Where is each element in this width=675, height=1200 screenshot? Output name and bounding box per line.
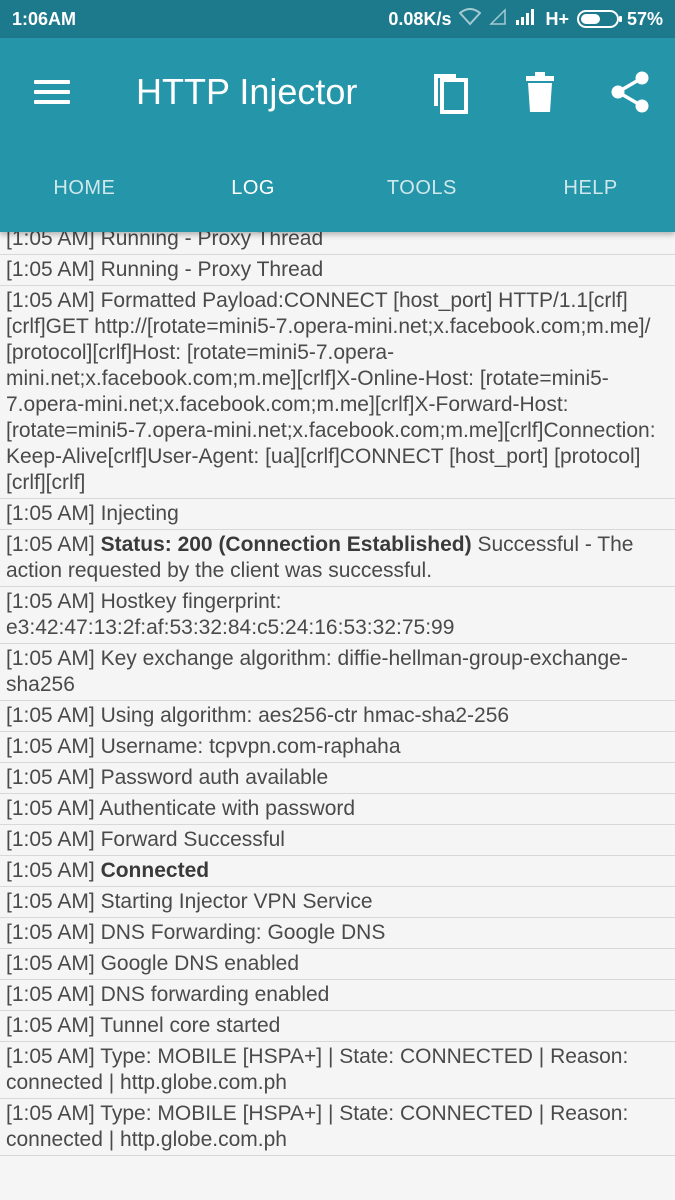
copy-icon[interactable] — [426, 68, 474, 116]
log-timestamp: [1:05 AM] — [6, 647, 95, 670]
share-icon[interactable] — [606, 68, 654, 116]
log-timestamp: [1:05 AM] — [6, 890, 95, 913]
log-timestamp: [1:05 AM] — [6, 1102, 95, 1125]
app-title: HTTP Injector — [136, 71, 358, 112]
status-icons: 0.08K/s H+ 57% — [388, 7, 663, 31]
log-entry: [1:05 AM] Status: 200 (Connection Establ… — [0, 530, 675, 587]
menu-icon[interactable] — [34, 78, 70, 108]
log-list[interactable]: [1:05 AM] Running - Proxy Thread [1:05 AM… — [0, 224, 675, 1200]
log-message: Tunnel core started — [100, 1014, 281, 1037]
log-timestamp: [1:05 AM] — [6, 590, 95, 613]
log-message: DNS Forwarding: Google DNS — [100, 921, 386, 944]
tab-home[interactable]: HOME — [0, 160, 169, 232]
log-timestamp: [1:05 AM] — [6, 859, 95, 882]
log-entry: [1:05 AM] DNS Forwarding: Google DNS — [0, 918, 675, 949]
delete-icon[interactable] — [516, 68, 564, 116]
log-timestamp: [1:05 AM] — [6, 766, 95, 789]
log-message: Username: tcpvpn.com-raphaha — [100, 735, 401, 758]
log-timestamp: [1:05 AM] — [6, 533, 95, 556]
log-message: Password auth available — [100, 766, 329, 789]
log-message: Key exchange algorithm: diffie-hellman-g… — [6, 647, 628, 696]
log-entry: [1:05 AM] Using algorithm: aes256-ctr hm… — [0, 701, 675, 732]
log-message: Starting Injector VPN Service — [100, 890, 373, 913]
log-entry: [1:05 AM] Injecting — [0, 499, 675, 530]
tab-help[interactable]: HELP — [506, 160, 675, 232]
log-message: Google DNS enabled — [100, 952, 300, 975]
log-entry: [1:05 AM] Formatted Payload:CONNECT [hos… — [0, 286, 675, 499]
log-status: Connected — [100, 859, 210, 882]
log-entry: [1:05 AM] Running - Proxy Thread — [0, 255, 675, 286]
signal-off-icon — [489, 7, 507, 31]
app-bar: HTTP Injector HOME LOG TOOLS HELP — [0, 38, 675, 232]
log-timestamp: [1:05 AM] — [6, 1014, 95, 1037]
log-entry: [1:05 AM] Starting Injector VPN Service — [0, 887, 675, 918]
log-message: Using algorithm: aes256-ctr hmac-sha2-25… — [100, 704, 510, 727]
signal-icon — [515, 8, 537, 31]
log-timestamp: [1:05 AM] — [6, 921, 95, 944]
log-entry: [1:05 AM] Key exchange algorithm: diffie… — [0, 644, 675, 701]
log-message: Injecting — [100, 502, 179, 525]
log-message: Type: MOBILE [HSPA+] | State: CONNECTED … — [6, 1045, 629, 1094]
log-timestamp: [1:05 AM] — [6, 983, 95, 1006]
tab-log[interactable]: LOG — [169, 160, 338, 232]
log-entry: [1:05 AM] Authenticate with password — [0, 794, 675, 825]
status-time: 1:06AM — [12, 8, 77, 29]
log-timestamp: [1:05 AM] — [6, 735, 95, 758]
log-timestamp: [1:05 AM] — [6, 258, 95, 281]
battery-icon — [576, 10, 622, 28]
log-entry: [1:05 AM] Connected — [0, 856, 675, 887]
wifi-icon — [458, 7, 482, 31]
log-timestamp: [1:05 AM] — [6, 797, 95, 820]
log-message: DNS forwarding enabled — [100, 983, 330, 1006]
log-entry: [1:05 AM] Google DNS enabled — [0, 949, 675, 980]
tab-bar: HOME LOG TOOLS HELP — [0, 160, 675, 232]
network-speed: 0.08K/s — [388, 8, 452, 29]
log-entry: [1:05 AM] Forward Successful — [0, 825, 675, 856]
log-entry: [1:05 AM] DNS forwarding enabled — [0, 980, 675, 1011]
log-message: Forward Successful — [100, 828, 285, 851]
log-message: Type: MOBILE [HSPA+] | State: CONNECTED … — [6, 1102, 629, 1151]
tab-tools[interactable]: TOOLS — [338, 160, 507, 232]
log-entry: [1:05 AM] Username: tcpvpn.com-raphaha — [0, 732, 675, 763]
log-message: Authenticate with password — [99, 797, 356, 820]
log-message: Running - Proxy Thread — [100, 258, 324, 281]
log-entry: [1:05 AM] Hostkey fingerprint: e3:42:47:… — [0, 587, 675, 644]
log-entry: [1:05 AM] Password auth available — [0, 763, 675, 794]
log-timestamp: [1:05 AM] — [6, 289, 95, 312]
log-entry: [1:05 AM] Tunnel core started — [0, 1011, 675, 1042]
log-timestamp: [1:05 AM] — [6, 828, 95, 851]
log-status: Status: 200 (Connection Established) — [100, 533, 472, 556]
log-timestamp: [1:05 AM] — [6, 1045, 95, 1068]
log-entry: [1:05 AM] Type: MOBILE [HSPA+] | State: … — [0, 1099, 675, 1156]
status-bar: 1:06AM 0.08K/s H+ 57% — [0, 0, 675, 38]
log-message: Formatted Payload:CONNECT [host_port] HT… — [6, 289, 656, 494]
log-timestamp: [1:05 AM] — [6, 704, 95, 727]
log-entry: [1:05 AM] Type: MOBILE [HSPA+] | State: … — [0, 1042, 675, 1099]
network-type: H+ — [545, 8, 569, 29]
log-timestamp: [1:05 AM] — [6, 952, 95, 975]
battery-percent: 57% — [626, 8, 663, 29]
log-timestamp: [1:05 AM] — [6, 502, 95, 525]
